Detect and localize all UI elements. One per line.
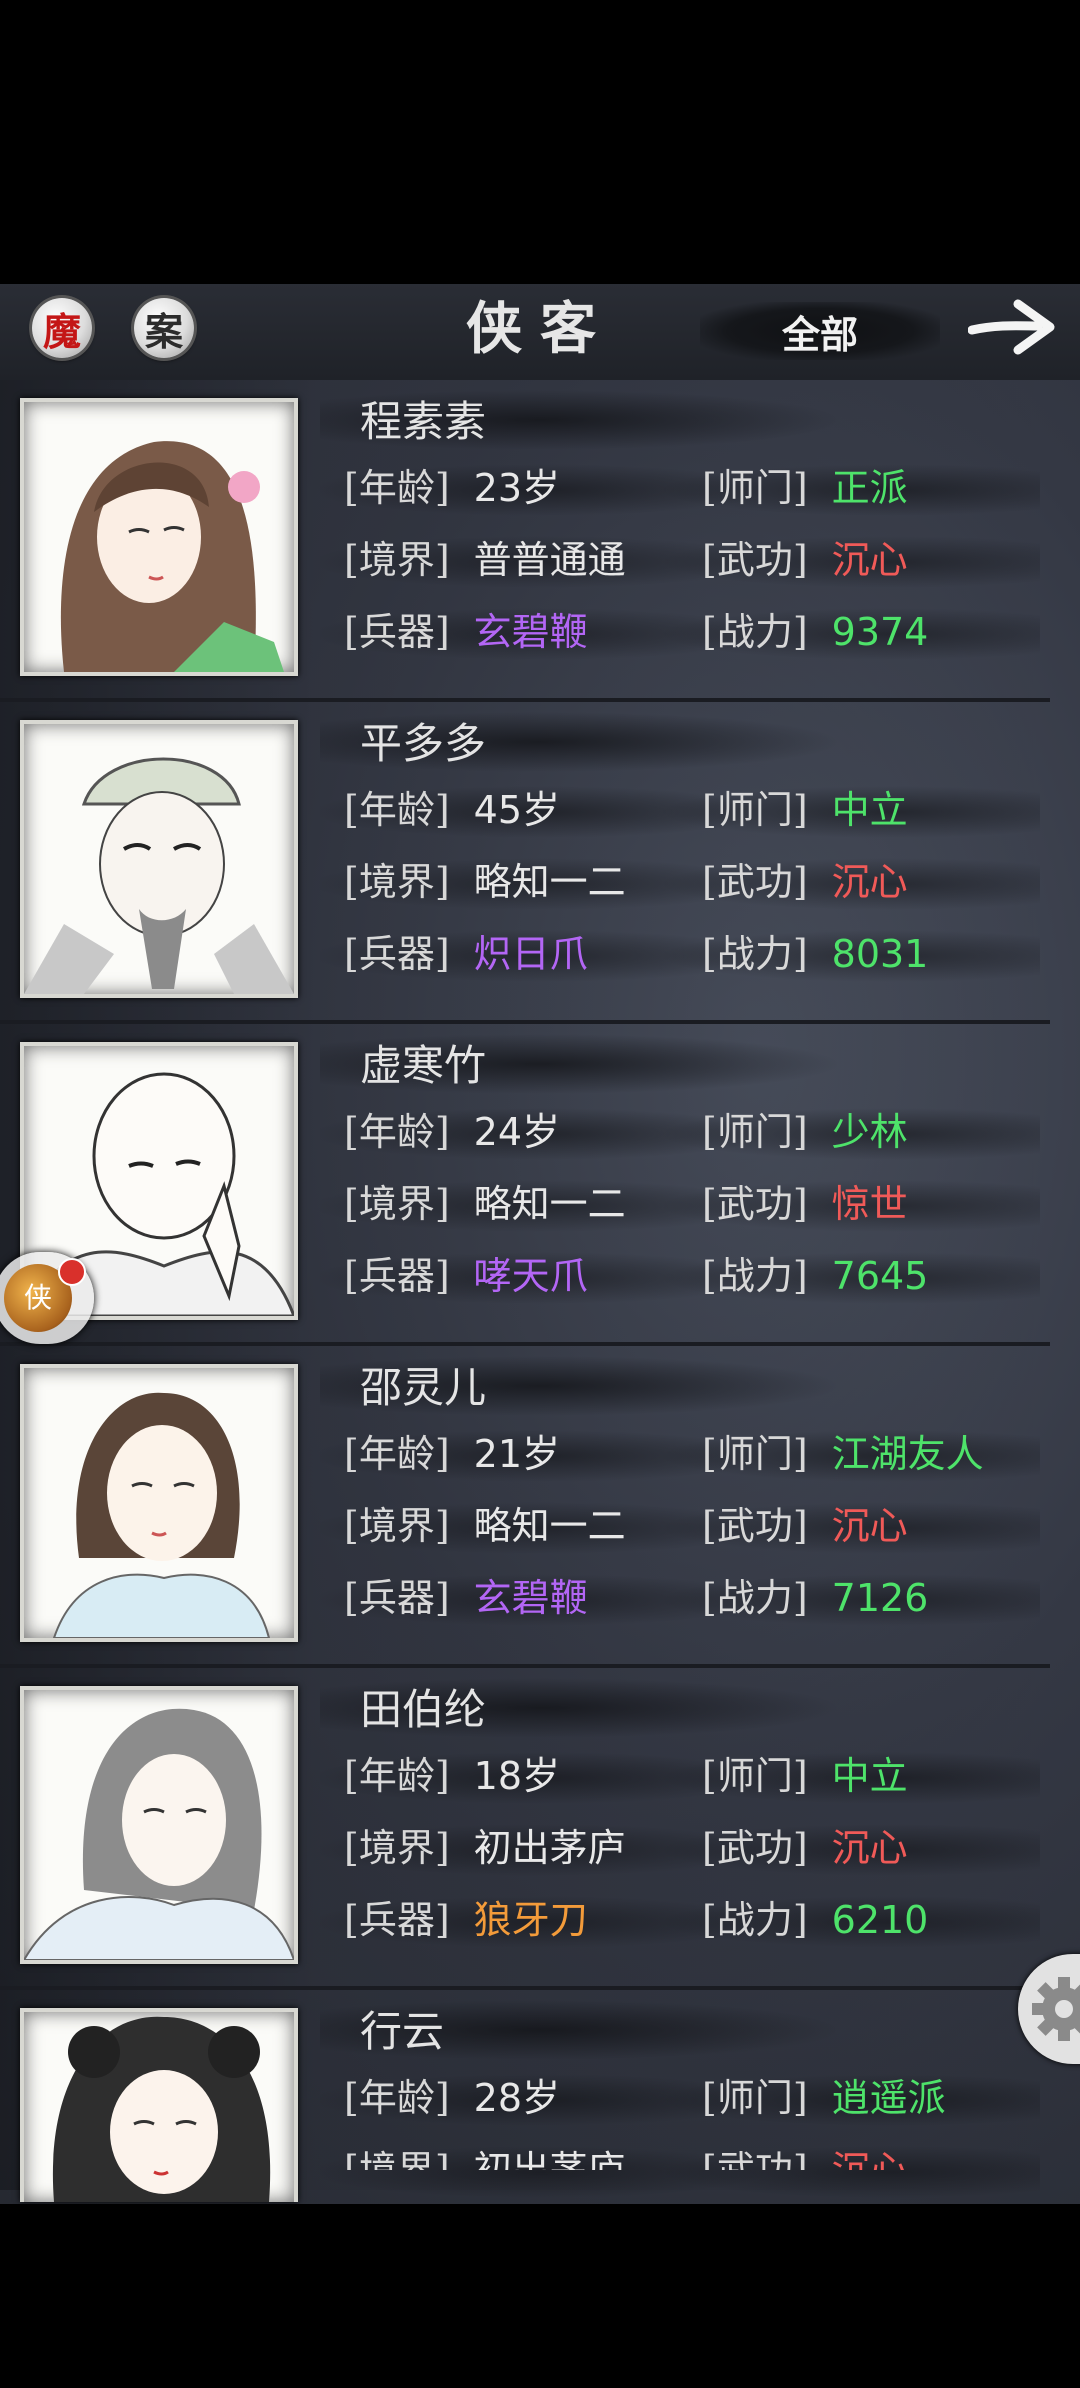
skill-value: 沉心 — [831, 860, 908, 904]
weapon-label: [兵器] — [344, 1898, 450, 1942]
filter-dropdown[interactable]: 全部 — [700, 302, 940, 360]
sect-label: [师门] — [702, 1754, 808, 1798]
hero-portrait — [20, 2008, 298, 2202]
gear-icon — [1032, 1977, 1080, 2041]
age-value: 23岁 — [473, 466, 561, 510]
weapon-value: 玄碧鞭 — [473, 610, 588, 654]
sect-value: 正派 — [831, 466, 908, 510]
demon-button[interactable]: 魔 — [32, 298, 92, 358]
sect-label: [师门] — [702, 466, 808, 510]
age-label: [年龄] — [344, 2076, 450, 2120]
weapon-label: [兵器] — [344, 932, 450, 976]
skill-label: [武功] — [702, 2148, 808, 2170]
hero-name: 邵灵儿 — [360, 1363, 487, 1412]
age-value: 21岁 — [473, 1432, 561, 1476]
hero-list: 程素素 [年龄] 23岁 [师门] 正派 [境界] 普普通通 [武功] 沉心 [兵器] 玄… — [0, 380, 1080, 2204]
power-value: 6210 — [831, 1898, 929, 1942]
sect-value: 中立 — [831, 1754, 908, 1798]
weapon-label: [兵器] — [344, 1254, 450, 1298]
weapon-label: [兵器] — [344, 1576, 450, 1620]
hero-portrait — [20, 1686, 298, 1964]
sect-value: 中立 — [831, 788, 908, 832]
power-label: [战力] — [702, 1898, 808, 1942]
realm-label: [境界] — [344, 2148, 450, 2170]
sect-value: 少林 — [831, 1110, 908, 1154]
power-value: 7645 — [831, 1254, 929, 1298]
hero-portrait — [20, 720, 298, 998]
weapon-value: 炽日爪 — [473, 932, 588, 976]
age-value: 18岁 — [473, 1754, 561, 1798]
skill-value: 沉心 — [831, 1826, 908, 1870]
hero-name: 程素素 — [360, 397, 487, 446]
skill-value: 惊世 — [831, 1182, 908, 1226]
hero-name: 行云 — [360, 2007, 445, 2056]
power-value: 9374 — [831, 610, 929, 654]
power-label: [战力] — [702, 1576, 808, 1620]
sect-value: 逍遥派 — [831, 2076, 946, 2120]
hero-name: 田伯纶 — [360, 1685, 487, 1734]
skill-label: [武功] — [702, 1504, 808, 1548]
hero-list-screen: 魔 案 侠客 全部 程素素 [年龄] 23岁 [师门] 正派 [境界] 普普通通… — [0, 284, 1080, 2204]
skill-label: [武功] — [702, 860, 808, 904]
power-label: [战力] — [702, 932, 808, 976]
age-label: [年龄] — [344, 1754, 450, 1798]
hero-name: 虚寒竹 — [360, 1041, 487, 1090]
hero-card[interactable]: 平多多 [年龄] 45岁 [师门] 中立 [境界] 略知一二 [武功] 沉心 [兵器] 炽… — [0, 702, 1050, 1024]
realm-label: [境界] — [344, 1504, 450, 1548]
sect-label: [师门] — [702, 1110, 808, 1154]
age-label: [年龄] — [344, 1432, 450, 1476]
realm-value: 略知一二 — [473, 1504, 626, 1548]
bottom-black-area — [0, 2204, 1080, 2388]
hero-card[interactable]: 邵灵儿 [年龄] 21岁 [师门] 江湖友人 [境界] 略知一二 [武功] 沉心 [兵器… — [0, 1346, 1050, 1668]
hero-portrait — [20, 398, 298, 676]
hero-name: 平多多 — [360, 719, 487, 768]
hero-portrait — [20, 1364, 298, 1642]
age-label: [年龄] — [344, 466, 450, 510]
skill-label: [武功] — [702, 1826, 808, 1870]
realm-value: 初出茅庐 — [473, 2148, 626, 2170]
realm-value: 略知一二 — [473, 1182, 626, 1226]
realm-value: 普普通通 — [473, 538, 626, 582]
sect-label: [师门] — [702, 2076, 808, 2120]
weapon-value: 狼牙刀 — [473, 1898, 588, 1942]
skill-label: [武功] — [702, 1182, 808, 1226]
realm-label: [境界] — [344, 860, 450, 904]
power-value: 7126 — [831, 1576, 929, 1620]
skill-value: 沉心 — [831, 1504, 908, 1548]
realm-value: 略知一二 — [473, 860, 626, 904]
hero-card[interactable]: 虚寒竹 [年龄] 24岁 [师门] 少林 [境界] 略知一二 [武功] 惊世 [兵器] 哮… — [0, 1024, 1050, 1346]
age-value: 45岁 — [473, 788, 561, 832]
next-arrow-icon[interactable] — [967, 292, 1058, 362]
realm-label: [境界] — [344, 538, 450, 582]
floating-assistant-button[interactable]: 侠 — [0, 1252, 94, 1344]
skill-value: 沉心 — [831, 2148, 908, 2170]
weapon-value: 玄碧鞭 — [473, 1576, 588, 1620]
settings-gear-button[interactable] — [1018, 1954, 1080, 2064]
sect-label: [师门] — [702, 788, 808, 832]
skill-value: 沉心 — [831, 538, 908, 582]
weapon-label: [兵器] — [344, 610, 450, 654]
power-value: 8031 — [831, 932, 929, 976]
skill-label: [武功] — [702, 538, 808, 582]
sect-value: 江湖友人 — [831, 1432, 984, 1476]
age-label: [年龄] — [344, 1110, 450, 1154]
hero-card[interactable]: 行云 [年龄] 28岁 [师门] 逍遥派 [境界] 初出茅庐 [武功] 沉心 — [0, 1990, 1050, 2204]
notification-dot — [58, 1258, 86, 1286]
realm-label: [境界] — [344, 1826, 450, 1870]
age-value: 24岁 — [473, 1110, 561, 1154]
power-label: [战力] — [702, 1254, 808, 1298]
age-label: [年龄] — [344, 788, 450, 832]
realm-label: [境界] — [344, 1182, 450, 1226]
top-bar: 魔 案 侠客 全部 — [0, 284, 1080, 380]
power-label: [战力] — [702, 610, 808, 654]
case-button[interactable]: 案 — [134, 298, 194, 358]
age-value: 28岁 — [473, 2076, 561, 2120]
hero-card[interactable]: 程素素 [年龄] 23岁 [师门] 正派 [境界] 普普通通 [武功] 沉心 [兵器] 玄… — [0, 380, 1050, 702]
hero-card[interactable]: 田伯纶 [年龄] 18岁 [师门] 中立 [境界] 初出茅庐 [武功] 沉心 [兵器] 狼… — [0, 1668, 1050, 1990]
sect-label: [师门] — [702, 1432, 808, 1476]
weapon-value: 哮天爪 — [473, 1254, 588, 1298]
page-title: 侠客 — [466, 296, 614, 362]
realm-value: 初出茅庐 — [473, 1826, 626, 1870]
